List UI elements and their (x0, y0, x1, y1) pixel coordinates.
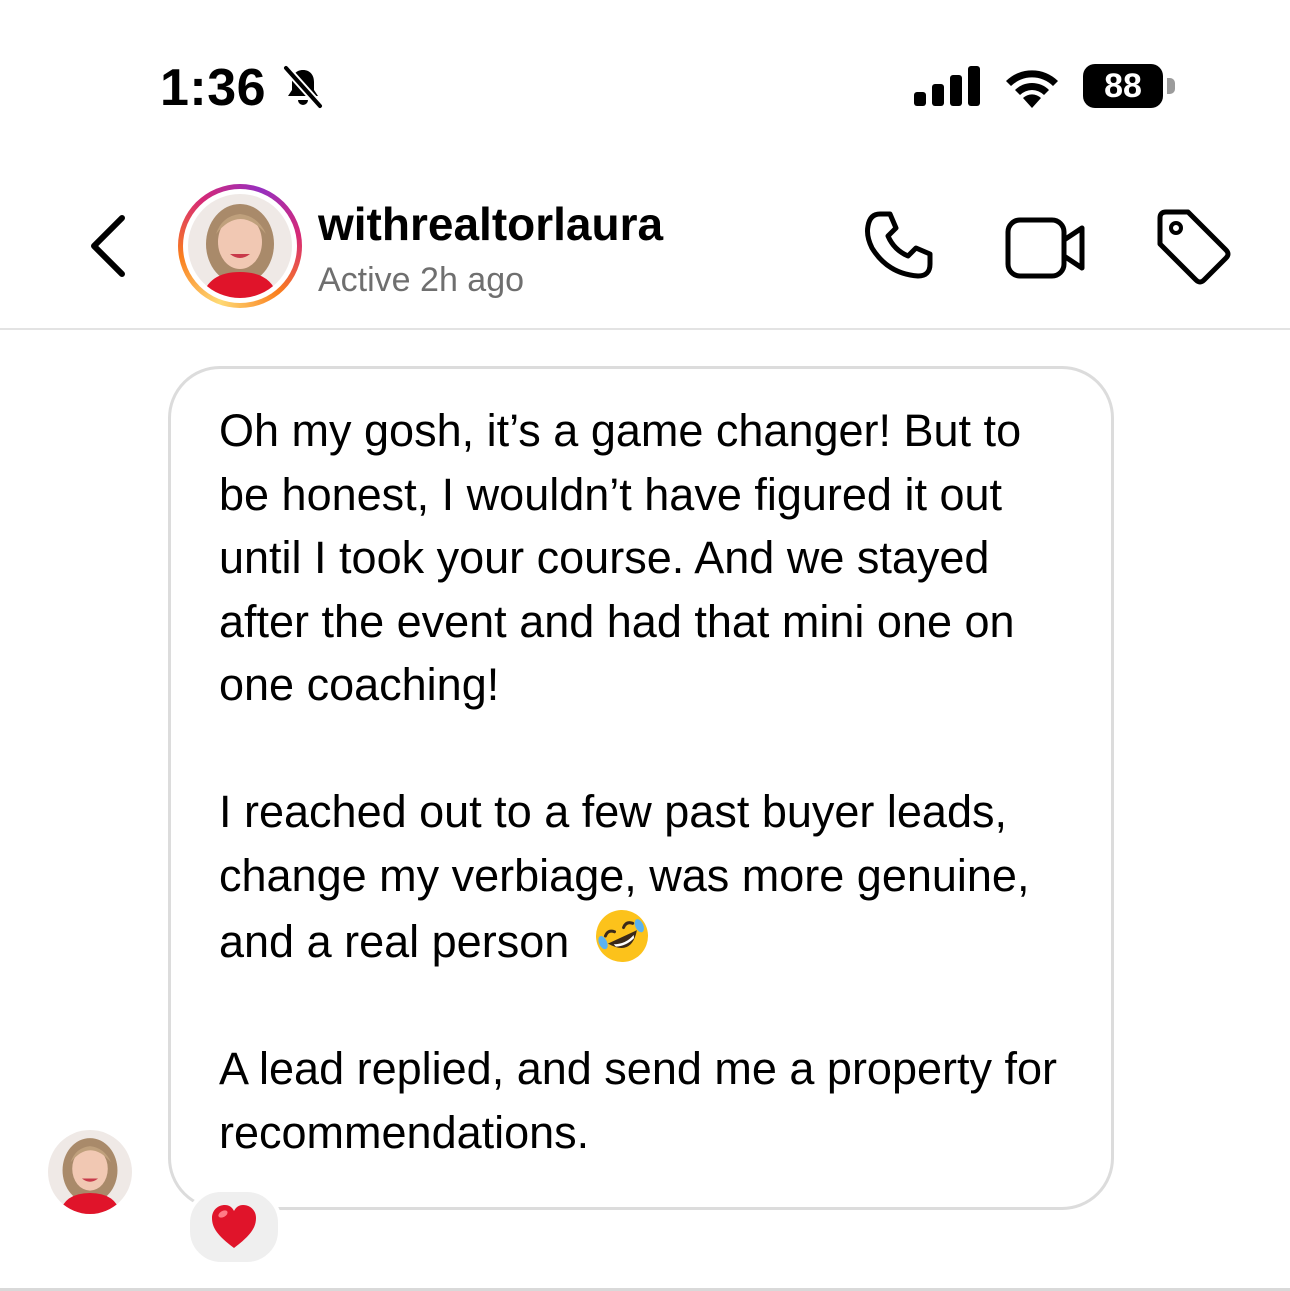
sender-avatar-photo (48, 1130, 132, 1214)
sender-avatar[interactable] (48, 1130, 132, 1214)
phone-call-icon[interactable] (860, 208, 936, 284)
chat-username[interactable]: withrealtorlaura (318, 196, 663, 252)
status-time: 1:36 (160, 59, 267, 117)
chat-header: withrealtorlaura Active 2h ago (0, 150, 1290, 330)
message-paragraph-3: A lead replied, and send me a property f… (219, 1043, 1070, 1158)
battery-cap (1167, 78, 1175, 94)
status-bar: 1:36 88 (0, 0, 1290, 150)
heart-reaction[interactable] (186, 1188, 282, 1266)
tag-icon[interactable] (1152, 206, 1232, 286)
avatar[interactable] (188, 194, 292, 298)
cellular-signal-icon (914, 66, 980, 106)
bell-muted-icon (283, 65, 323, 109)
back-chevron-icon[interactable] (80, 210, 136, 282)
heart-icon (212, 1205, 256, 1248)
battery-level: 88 (1104, 67, 1142, 105)
message-text: Oh my gosh, it’s a game changer! But to … (219, 399, 1079, 1164)
message-bubble[interactable]: Oh my gosh, it’s a game changer! But to … (168, 366, 1114, 1210)
active-status: Active 2h ago (318, 261, 525, 299)
avatar-photo (188, 194, 292, 298)
battery-indicator: 88 (1083, 64, 1163, 108)
video-call-icon[interactable] (1004, 212, 1086, 282)
story-ring[interactable] (178, 184, 302, 308)
message-paragraph-1: Oh my gosh, it’s a game changer! But to … (219, 405, 1034, 710)
rolling-laughing-emoji-icon (596, 910, 649, 962)
wifi-icon (1006, 70, 1058, 108)
